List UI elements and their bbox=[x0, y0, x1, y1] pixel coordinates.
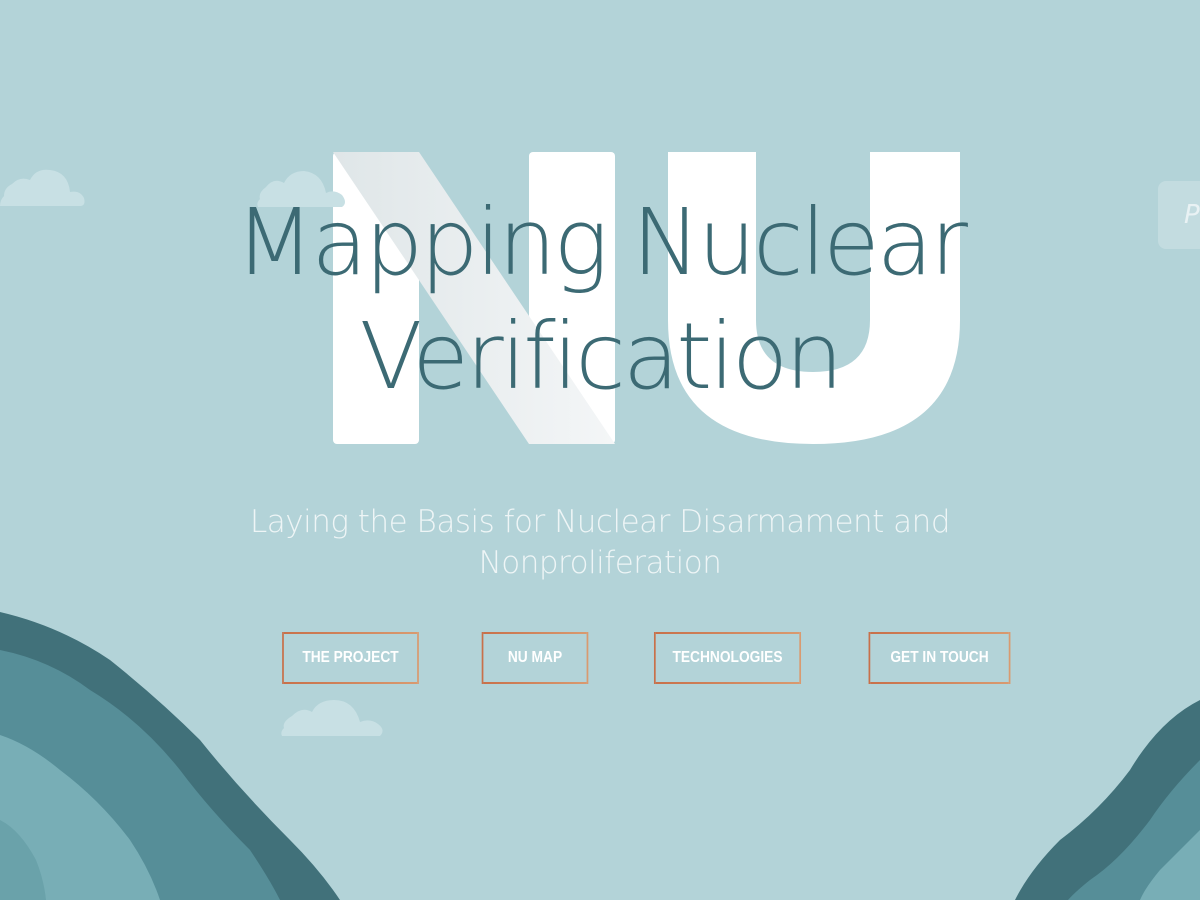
corner-button-label: P bbox=[1184, 200, 1200, 230]
page-title: Mapping Nuclear Verification bbox=[0, 186, 1200, 414]
subtitle-line-1: Laying the Basis for Nuclear Disarmament… bbox=[249, 504, 951, 540]
hero-stage: Mapping Nuclear Verification Laying the … bbox=[0, 0, 1200, 900]
title-line-2: Verification bbox=[359, 303, 844, 410]
corner-button[interactable]: P bbox=[1158, 181, 1200, 249]
the-project-button[interactable]: THE PROJECT bbox=[282, 632, 419, 684]
technologies-button[interactable]: TECHNOLOGIES bbox=[653, 632, 802, 684]
nu-map-button[interactable]: NU MAP bbox=[481, 632, 589, 684]
get-in-touch-button[interactable]: GET IN TOUCH bbox=[868, 632, 1011, 684]
page-subtitle: Laying the Basis for Nuclear Disarmament… bbox=[0, 502, 1200, 584]
mountains-illustration bbox=[0, 612, 1200, 900]
title-line-1: Mapping Nuclear bbox=[235, 189, 968, 296]
subtitle-line-2: Nonproliferation bbox=[478, 545, 722, 581]
